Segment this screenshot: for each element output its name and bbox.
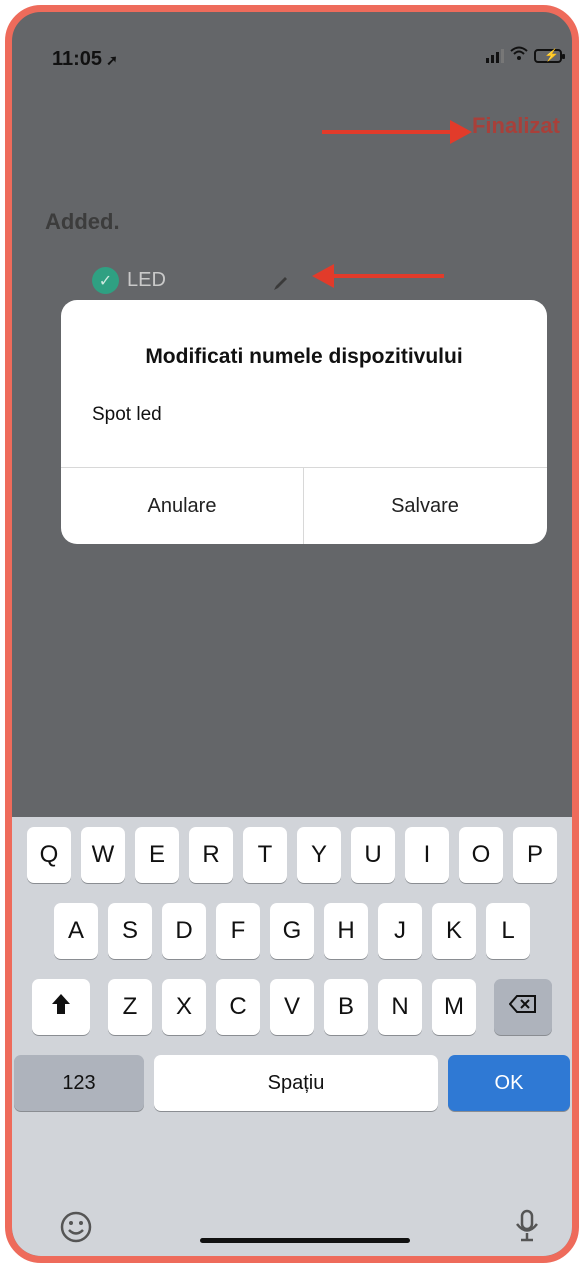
device-name: LED — [127, 269, 166, 291]
key-u[interactable]: U — [351, 827, 395, 883]
key-h[interactable]: H — [324, 903, 368, 959]
key-a[interactable]: A — [54, 903, 98, 959]
rename-dialog: Modificati numele dispozitivului Anulare… — [61, 300, 547, 544]
dialog-title: Modificati numele dispozitivului — [145, 345, 463, 368]
check-icon: ✓ — [92, 267, 119, 294]
key-j[interactable]: J — [378, 903, 422, 959]
backspace-key[interactable] — [494, 979, 552, 1035]
backspace-icon — [508, 993, 537, 1021]
save-button[interactable]: Salvare — [304, 468, 546, 544]
microphone-icon[interactable] — [514, 1209, 540, 1250]
key-f[interactable]: F — [216, 903, 260, 959]
keyboard-row-2: A S D F G H J K L — [12, 903, 572, 959]
key-l[interactable]: L — [486, 903, 530, 959]
key-p[interactable]: P — [513, 827, 557, 883]
key-n[interactable]: N — [378, 979, 422, 1035]
key-x[interactable]: X — [162, 979, 206, 1035]
home-indicator[interactable] — [200, 1238, 410, 1243]
status-icons: ⚡ — [486, 46, 565, 65]
device-row: ✓ LED — [92, 267, 166, 294]
pencil-icon[interactable] — [272, 274, 290, 298]
section-title: Added. — [45, 209, 120, 234]
key-v[interactable]: V — [270, 979, 314, 1035]
wifi-icon — [510, 46, 528, 65]
key-y[interactable]: Y — [297, 827, 341, 883]
key-w[interactable]: W — [81, 827, 125, 883]
key-i[interactable]: I — [405, 827, 449, 883]
key-q[interactable]: Q — [27, 827, 71, 883]
key-b[interactable]: B — [324, 979, 368, 1035]
keyboard-row-1: Q W E R T Y U I O P — [12, 827, 572, 883]
key-o[interactable]: O — [459, 827, 503, 883]
key-t[interactable]: T — [243, 827, 287, 883]
shift-key[interactable] — [32, 979, 90, 1035]
keyboard: Q W E R T Y U I O P A S D F G H J K L Z … — [12, 817, 572, 1256]
keyboard-row-4: 123 Spațiu OK — [12, 1055, 572, 1111]
status-bar: 11:05 ➚ ⚡ — [12, 12, 572, 82]
done-button[interactable]: Finalizat — [472, 113, 560, 139]
status-time: 11:05 ➚ — [52, 48, 118, 71]
key-e[interactable]: E — [135, 827, 179, 883]
space-key[interactable]: Spațiu — [154, 1055, 438, 1111]
signal-icon — [486, 48, 504, 63]
phone-frame: 11:05 ➚ ⚡ Finalizat Added. ✓ LED Modifica… — [5, 5, 579, 1263]
ok-key[interactable]: OK — [448, 1055, 570, 1111]
annotation-arrow — [322, 120, 472, 144]
key-z[interactable]: Z — [108, 979, 152, 1035]
key-k[interactable]: K — [432, 903, 476, 959]
key-s[interactable]: S — [108, 903, 152, 959]
key-g[interactable]: G — [270, 903, 314, 959]
key-c[interactable]: C — [216, 979, 260, 1035]
numbers-key[interactable]: 123 — [14, 1055, 144, 1111]
emoji-icon[interactable] — [60, 1211, 92, 1251]
time-text: 11:05 — [52, 48, 103, 70]
cancel-button[interactable]: Anulare — [61, 468, 303, 544]
location-arrow-icon: ➚ — [106, 52, 118, 68]
battery-icon: ⚡ — [534, 48, 565, 63]
keyboard-row-3: Z X C V B N M — [12, 979, 572, 1035]
key-d[interactable]: D — [162, 903, 206, 959]
annotation-arrow — [312, 264, 444, 288]
key-r[interactable]: R — [189, 827, 233, 883]
device-name-input[interactable] — [92, 404, 512, 426]
shift-icon — [51, 993, 71, 1022]
key-m[interactable]: M — [432, 979, 476, 1035]
